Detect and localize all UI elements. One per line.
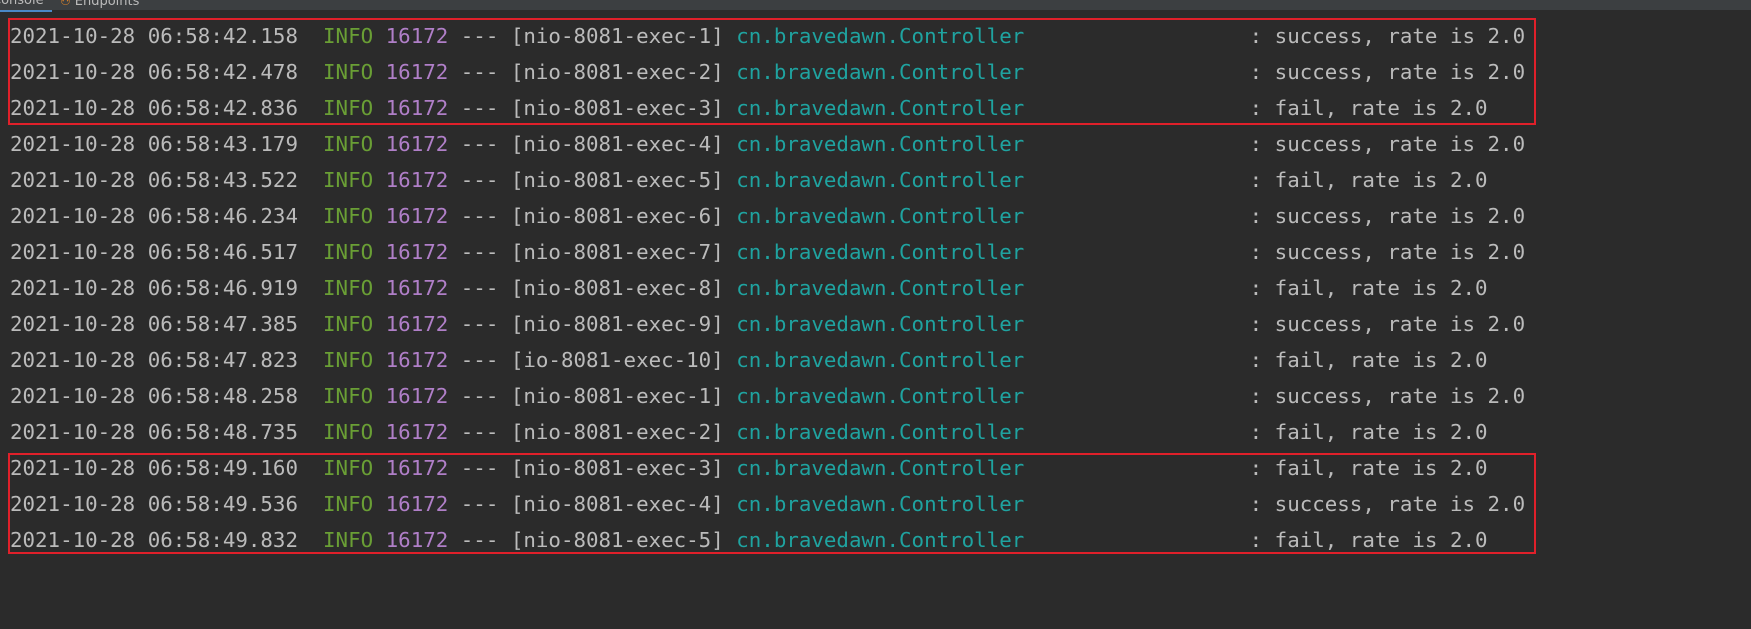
log-line: 2021-10-28 06:58:46.234 INFO 16172 --- [… [10,204,1526,228]
log-pid: 16172 [385,168,449,192]
log-thread: [io-8081-exec-10] [510,348,724,372]
log-timestamp: 2021-10-28 06:58:47.823 [10,348,298,372]
log-thread: [nio-8081-exec-8] [510,276,724,300]
log-message: success, rate is 2.0 [1274,312,1526,336]
log-level: INFO [323,420,374,444]
log-pid: 16172 [385,132,449,156]
log-logger: cn.bravedawn.Controller [736,384,1025,408]
log-timestamp: 2021-10-28 06:58:43.179 [10,132,298,156]
log-level: INFO [323,168,374,192]
tab-console[interactable]: Console [0,0,52,12]
log-timestamp: 2021-10-28 06:58:46.517 [10,240,298,264]
log-thread: [nio-8081-exec-4] [510,132,724,156]
log-line: 2021-10-28 06:58:47.385 INFO 16172 --- [… [10,312,1526,336]
log-level: INFO [323,240,374,264]
log-level: INFO [323,132,374,156]
log-level: INFO [323,312,374,336]
log-thread: [nio-8081-exec-1] [510,384,724,408]
log-pid: 16172 [385,348,449,372]
log-logger: cn.bravedawn.Controller [736,168,1025,192]
log-logger: cn.bravedawn.Controller [736,204,1025,228]
log-timestamp: 2021-10-28 06:58:46.234 [10,204,298,228]
log-level: INFO [323,204,374,228]
log-timestamp: 2021-10-28 06:58:46.919 [10,276,298,300]
log-level: INFO [323,276,374,300]
log-timestamp: 2021-10-28 06:58:48.735 [10,420,298,444]
log-thread: [nio-8081-exec-5] [510,168,724,192]
log-line: 2021-10-28 06:58:43.179 INFO 16172 --- [… [10,132,1526,156]
log-message: success, rate is 2.0 [1274,384,1526,408]
log-message: fail, rate is 2.0 [1274,420,1488,444]
log-timestamp: 2021-10-28 06:58:43.522 [10,168,298,192]
log-message: success, rate is 2.0 [1274,132,1526,156]
log-thread: [nio-8081-exec-2] [510,420,724,444]
log-message: success, rate is 2.0 [1274,204,1526,228]
log-timestamp: 2021-10-28 06:58:48.258 [10,384,298,408]
log-thread: [nio-8081-exec-7] [510,240,724,264]
tab-label: Endpoints [74,0,140,9]
log-line: 2021-10-28 06:58:48.735 INFO 16172 --- [… [10,420,1488,444]
log-pid: 16172 [385,240,449,264]
log-message: fail, rate is 2.0 [1274,276,1488,300]
highlight-box [8,18,1536,125]
log-line: 2021-10-28 06:58:48.258 INFO 16172 --- [… [10,384,1526,408]
log-timestamp: 2021-10-28 06:58:47.385 [10,312,298,336]
log-level: INFO [323,348,374,372]
endpoints-icon: ⚇ [60,0,71,8]
log-thread: [nio-8081-exec-9] [510,312,724,336]
log-pid: 16172 [385,384,449,408]
log-logger: cn.bravedawn.Controller [736,348,1025,372]
log-line: 2021-10-28 06:58:46.517 INFO 16172 --- [… [10,240,1526,264]
log-logger: cn.bravedawn.Controller [736,132,1025,156]
log-line: 2021-10-28 06:58:43.522 INFO 16172 --- [… [10,168,1488,192]
log-line: 2021-10-28 06:58:46.919 INFO 16172 --- [… [10,276,1488,300]
log-logger: cn.bravedawn.Controller [736,276,1025,300]
highlight-box [8,453,1536,554]
log-pid: 16172 [385,312,449,336]
log-logger: cn.bravedawn.Controller [736,312,1025,336]
tool-window-tabs: Console ⚇Endpoints [0,0,1751,12]
log-logger: cn.bravedawn.Controller [736,240,1025,264]
log-pid: 16172 [385,420,449,444]
log-message: fail, rate is 2.0 [1274,168,1488,192]
log-thread: [nio-8081-exec-6] [510,204,724,228]
log-message: fail, rate is 2.0 [1274,348,1488,372]
log-line: 2021-10-28 06:58:47.823 INFO 16172 --- [… [10,348,1488,372]
log-pid: 16172 [385,276,449,300]
log-pid: 16172 [385,204,449,228]
tab-endpoints[interactable]: ⚇ Endpoints [60,0,139,11]
log-level: INFO [323,384,374,408]
log-logger: cn.bravedawn.Controller [736,420,1025,444]
log-message: success, rate is 2.0 [1274,240,1526,264]
